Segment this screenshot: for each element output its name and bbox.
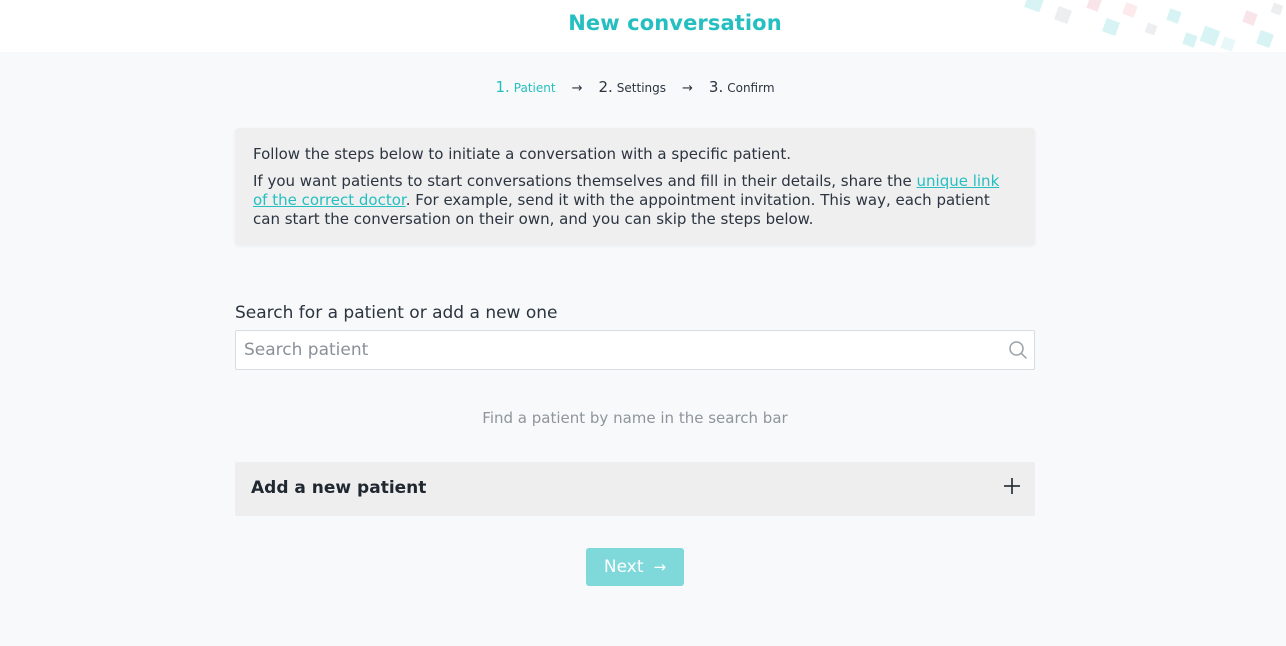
search-field — [235, 330, 1035, 370]
add-patient-button[interactable]: Add a new patient — [235, 462, 1035, 516]
arrow-right-icon: → — [653, 558, 667, 576]
step-number: 3. — [708, 78, 724, 96]
step-settings: 2. Settings — [598, 78, 666, 96]
step-label: Patient — [513, 81, 556, 95]
search-icon[interactable] — [1008, 340, 1028, 360]
stepper: 1. Patient → 2. Settings → 3. Confirm — [0, 78, 1270, 96]
next-button[interactable]: Next → — [586, 548, 684, 586]
search-label: Search for a patient or add a new one — [235, 303, 558, 323]
info-text-before-link: If you want patients to start conversati… — [253, 172, 917, 190]
plus-icon — [1004, 478, 1020, 494]
step-arrow-icon: → — [571, 81, 583, 96]
header-decoration — [996, 0, 1286, 60]
step-number: 1. — [495, 78, 510, 96]
step-number: 2. — [598, 78, 613, 96]
step-arrow-icon: → — [682, 81, 693, 96]
info-text-intro: Follow the steps below to initiate a con… — [253, 145, 791, 163]
step-confirm: 3. Confirm — [709, 78, 775, 96]
info-box: Follow the steps below to initiate a con… — [235, 128, 1035, 245]
add-patient-label: Add a new patient — [251, 478, 427, 498]
search-input[interactable] — [236, 331, 996, 369]
header: New conversation — [0, 0, 1286, 52]
next-button-label: Next — [603, 557, 644, 577]
search-hint: Find a patient by name in the search bar — [482, 409, 788, 427]
step-label: Settings — [616, 81, 667, 95]
step-label: Confirm — [727, 81, 775, 95]
info-text-link-paragraph: If you want patients to start conversati… — [253, 172, 1017, 229]
step-patient: 1. Patient — [495, 78, 555, 96]
